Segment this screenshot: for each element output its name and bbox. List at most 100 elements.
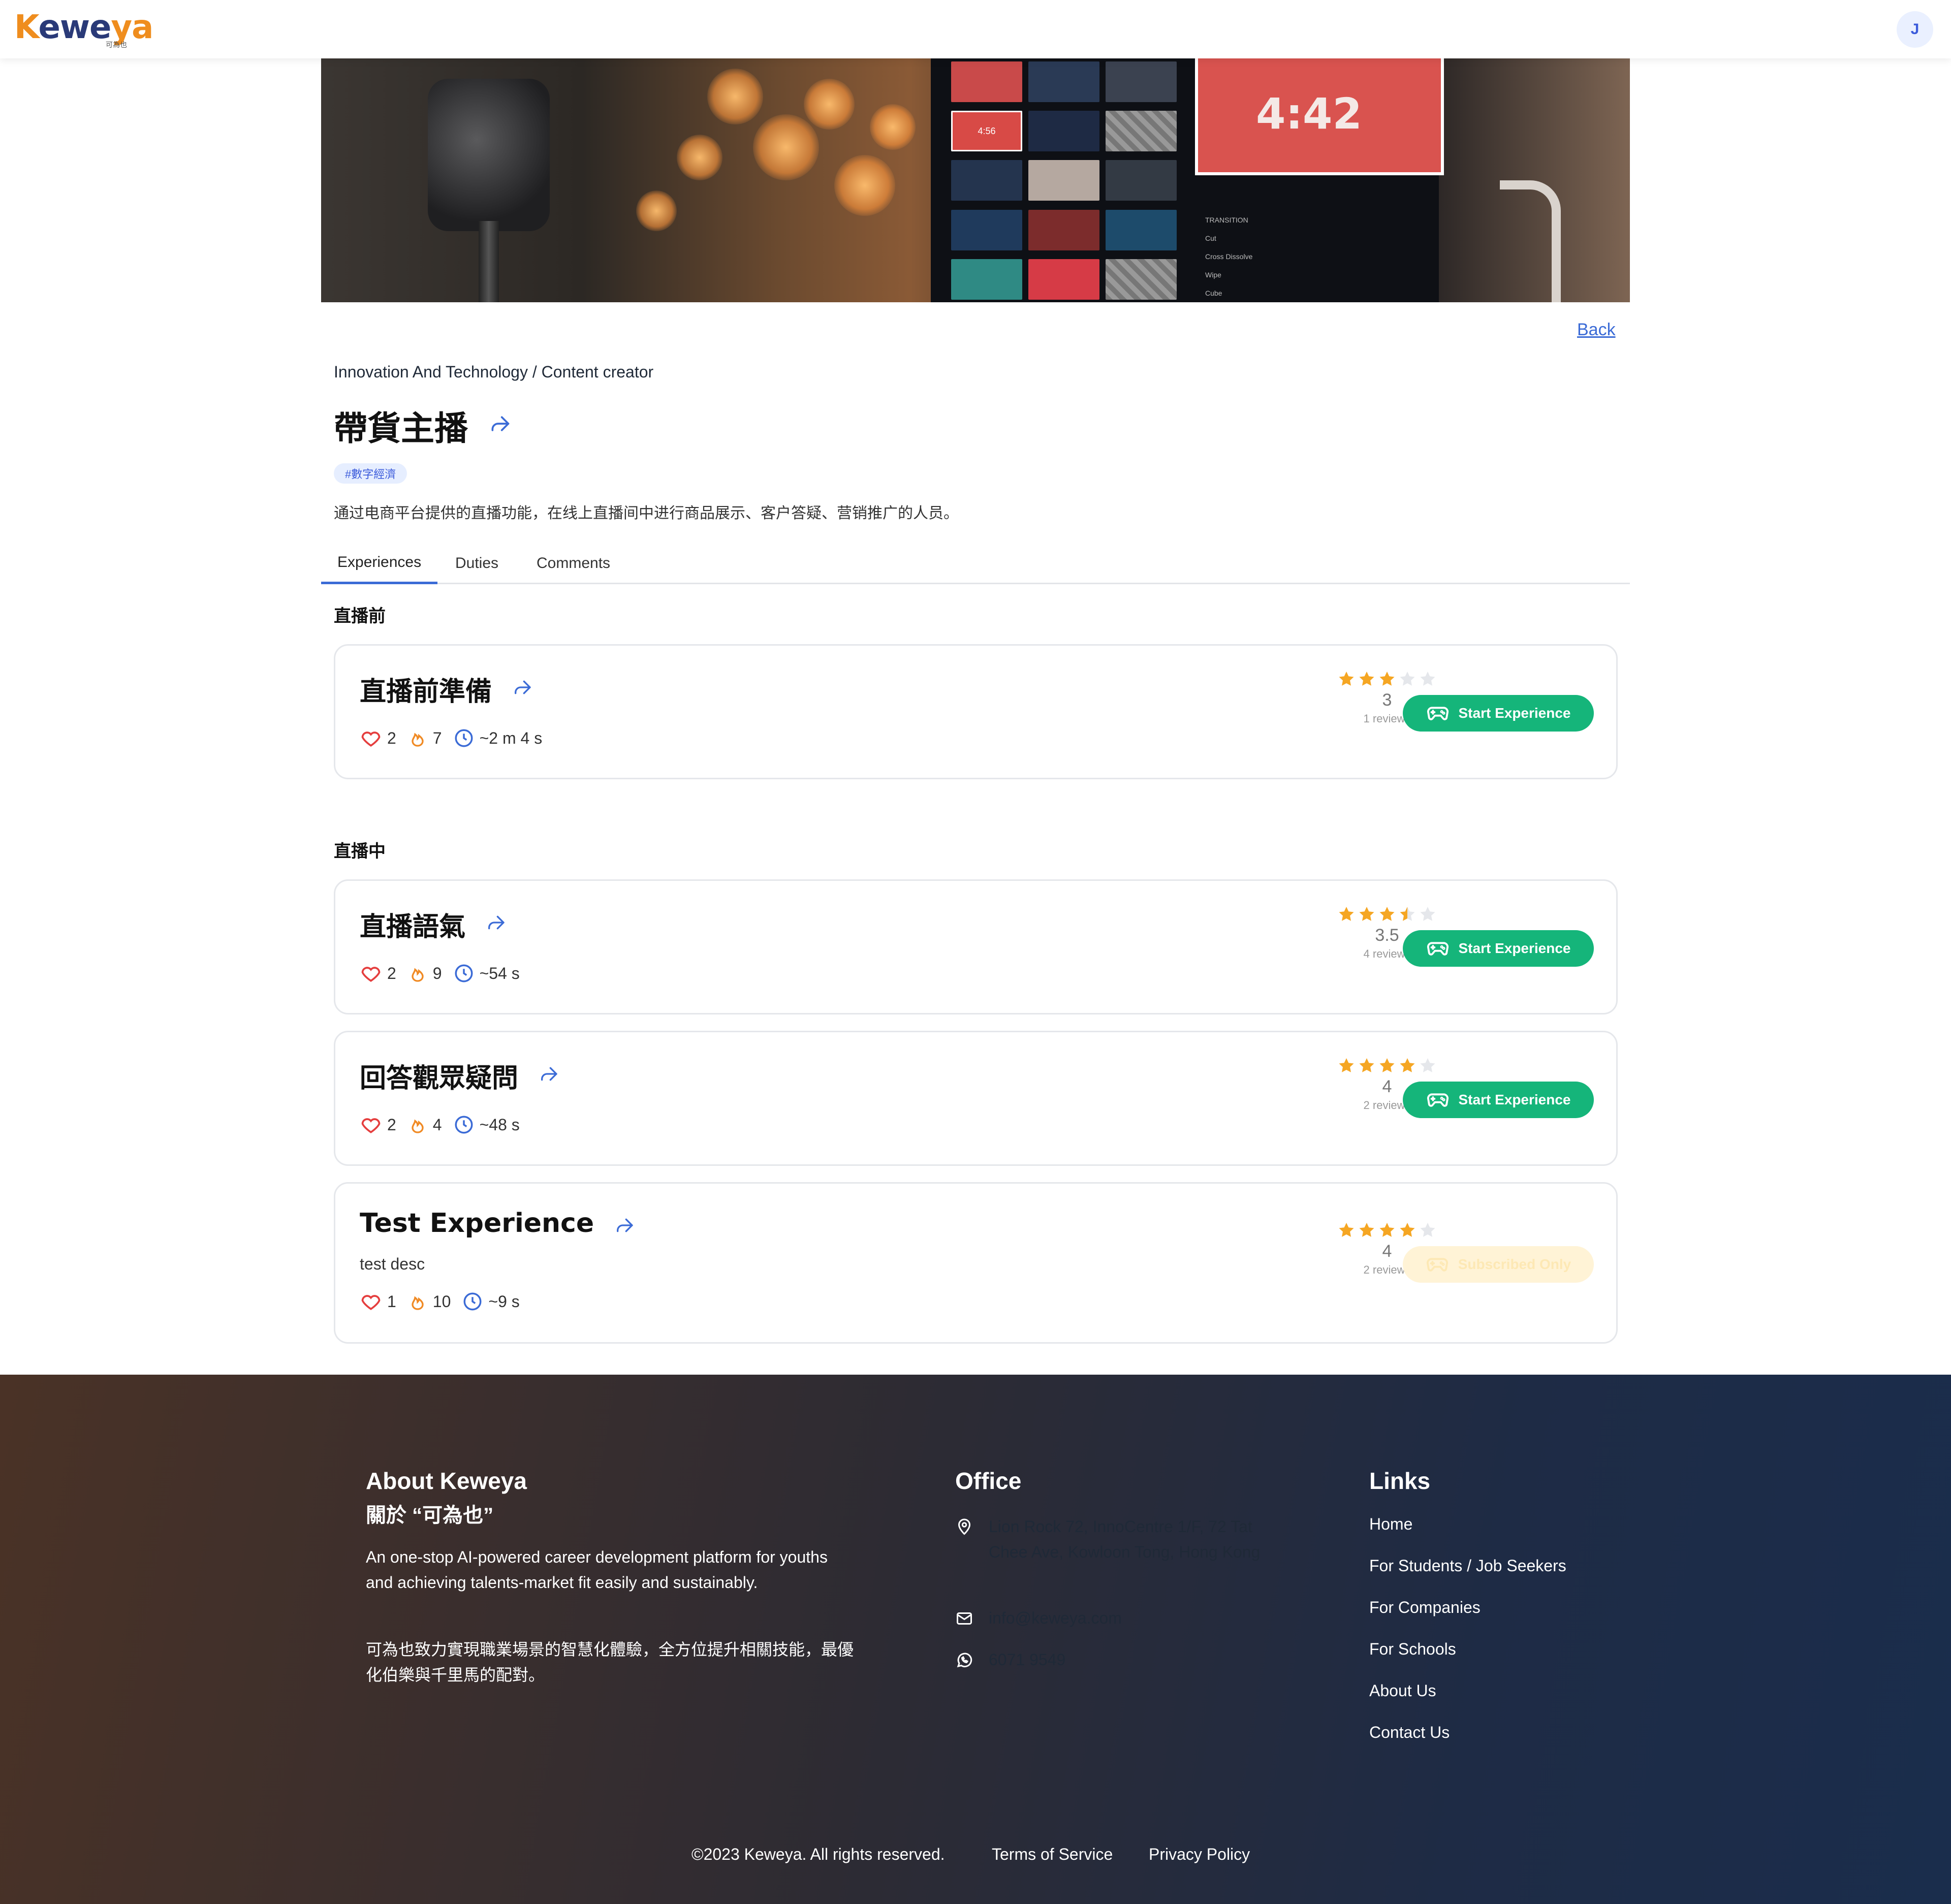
- likes-count: 1: [387, 1292, 396, 1311]
- button-label: Start Experience: [1458, 1092, 1571, 1107]
- popularity-stat: 4: [407, 1115, 442, 1135]
- star-icon: [1379, 907, 1395, 921]
- experience-stats: 2 9 ~54 s: [360, 962, 531, 985]
- duration-text: ~9 s: [488, 1292, 520, 1311]
- popularity-stat: 9: [407, 963, 442, 983]
- footer-link-schools[interactable]: For Schools: [1369, 1640, 1456, 1659]
- star-rating: [1336, 905, 1438, 924]
- likes-stat[interactable]: 1: [360, 1290, 396, 1313]
- likes-stat[interactable]: 2: [360, 727, 396, 749]
- heart-icon: [361, 967, 381, 982]
- thumbnail: [951, 61, 1022, 102]
- star-icon: [1400, 907, 1415, 921]
- share-icon[interactable]: [539, 1064, 559, 1087]
- footer-links-title: Links: [1369, 1468, 1431, 1494]
- likes-stat[interactable]: 2: [360, 962, 396, 985]
- heart-icon: [361, 732, 381, 747]
- star-icon: [1339, 672, 1354, 686]
- duration-text: ~2 m 4 s: [479, 728, 543, 747]
- share-icon[interactable]: [614, 1215, 635, 1238]
- share-icon[interactable]: [512, 677, 532, 700]
- footer-link-contact[interactable]: Contact Us: [1369, 1723, 1450, 1742]
- office-email[interactable]: info@keweya.com: [955, 1605, 1122, 1635]
- tab-comments[interactable]: Comments: [520, 543, 626, 584]
- tab-experiences[interactable]: Experiences: [321, 543, 438, 584]
- office-email-text[interactable]: info@keweya.com: [989, 1605, 1122, 1631]
- footer-about-text-zh: 可為也致力實現職業場景的智慧化體驗，全方位提升相關技能，最優化伯樂與千里馬的配對…: [366, 1640, 854, 1684]
- star-rating: [1336, 670, 1438, 688]
- star-icon: [1359, 1223, 1374, 1237]
- logo-subtitle: 可為也: [106, 41, 127, 49]
- footer-link-companies[interactable]: For Companies: [1369, 1598, 1481, 1617]
- star-icon: [1400, 1223, 1415, 1237]
- keweya-logo[interactable]: Keweya: [14, 7, 153, 48]
- duration-stat: ~48 s: [453, 1114, 520, 1135]
- footer-about-title: About Keweya: [366, 1468, 527, 1494]
- likes-stat[interactable]: 2: [360, 1114, 396, 1136]
- footer-link-home[interactable]: Home: [1369, 1515, 1412, 1534]
- popularity-count: 10: [432, 1292, 451, 1311]
- clock-icon: [463, 1292, 482, 1311]
- popularity-stat: 10: [407, 1291, 451, 1312]
- footer-office-title: Office: [955, 1468, 1022, 1494]
- office-phone-text[interactable]: 6071 9549: [989, 1647, 1065, 1672]
- transition-menu: TRANSITION Cut Cross Dissolve Wipe Cube: [1205, 216, 1253, 297]
- start-experience-button[interactable]: Start Experience: [1403, 930, 1594, 967]
- terms-link[interactable]: Terms of Service: [992, 1845, 1113, 1864]
- office-address: Lion Rock 72, InnoCentre 1/F, 72 Tat Che…: [955, 1514, 1280, 1565]
- heart-icon: [361, 1295, 381, 1310]
- fire-icon: [412, 968, 424, 982]
- gamepad-icon: [1426, 700, 1450, 727]
- share-icon[interactable]: [489, 412, 511, 437]
- whatsapp-icon: [955, 1647, 989, 1676]
- footer-link-about[interactable]: About Us: [1369, 1681, 1436, 1700]
- star-rating: [1336, 1057, 1438, 1075]
- start-experience-button[interactable]: Start Experience: [1403, 1082, 1594, 1118]
- bokeh-light: [636, 191, 677, 231]
- copyright: ©2023 Keweya. All rights reserved.: [691, 1845, 945, 1863]
- experience-card[interactable]: 直播前準備 2 7 ~2 m 4 s31 reviews Start Experienc…: [334, 644, 1618, 779]
- star-icon: [1379, 1223, 1395, 1237]
- tab-duties[interactable]: Duties: [439, 543, 515, 584]
- star-icon: [1400, 672, 1415, 686]
- breadcrumb: Innovation And Technology / Content crea…: [334, 363, 654, 381]
- experience-card[interactable]: 直播語氣 2 9 ~54 s 3.5 4 reviews Start Experience: [334, 879, 1618, 1014]
- share-icon[interactable]: [486, 912, 506, 935]
- button-label: Start Experience: [1458, 940, 1571, 956]
- gamepad-icon: [1426, 935, 1450, 962]
- button-label: Subscribed Only: [1458, 1256, 1571, 1272]
- footer-link-students[interactable]: For Students / Job Seekers: [1369, 1557, 1566, 1575]
- clock-icon: [455, 1116, 473, 1134]
- button-label: Start Experience: [1458, 705, 1571, 721]
- experience-title: 直播語氣: [360, 912, 466, 942]
- duration-stat: ~54 s: [453, 963, 520, 984]
- section-title: 直播前: [334, 607, 386, 626]
- popularity-count: 7: [432, 728, 442, 747]
- office-phone[interactable]: 6071 9549: [955, 1647, 1065, 1676]
- thumbnail: [1028, 209, 1099, 250]
- topic-tag[interactable]: #數字經濟: [334, 463, 407, 484]
- user-avatar[interactable]: J: [1897, 11, 1933, 48]
- bokeh-light: [834, 155, 895, 216]
- experience-stats: 1 10 ~9 s: [360, 1290, 531, 1313]
- experience-stats: 2 7 ~2 m 4 s: [360, 727, 553, 749]
- likes-count: 2: [387, 1115, 396, 1134]
- privacy-link[interactable]: Privacy Policy: [1149, 1845, 1250, 1864]
- subscribed-only-button[interactable]: Subscribed Only: [1403, 1246, 1594, 1283]
- star-icon: [1339, 907, 1354, 921]
- star-icon: [1359, 672, 1374, 686]
- likes-count: 2: [387, 728, 396, 747]
- experience-card[interactable]: Test Experience test desc 1 10 ~9 s42 review…: [334, 1182, 1618, 1344]
- location-pin-icon: [955, 1514, 989, 1543]
- back-link[interactable]: Back: [1577, 320, 1616, 340]
- footer-about-subtitle: 關於 “可為也”: [366, 1504, 494, 1527]
- experience-card[interactable]: 回答觀眾疑問 2 4 ~48 s42 reviews Start Experience: [334, 1031, 1618, 1166]
- thumbnail: [1106, 111, 1177, 152]
- preview-time: 4:42: [1256, 89, 1362, 139]
- star-icon: [1379, 672, 1395, 686]
- popularity-count: 9: [432, 964, 442, 982]
- footer-about-text-en: An one-stop AI-powered career developmen…: [366, 1548, 828, 1592]
- start-experience-button[interactable]: Start Experience: [1403, 695, 1594, 732]
- fire-icon: [412, 1296, 424, 1310]
- popularity-stat: 7: [407, 728, 442, 748]
